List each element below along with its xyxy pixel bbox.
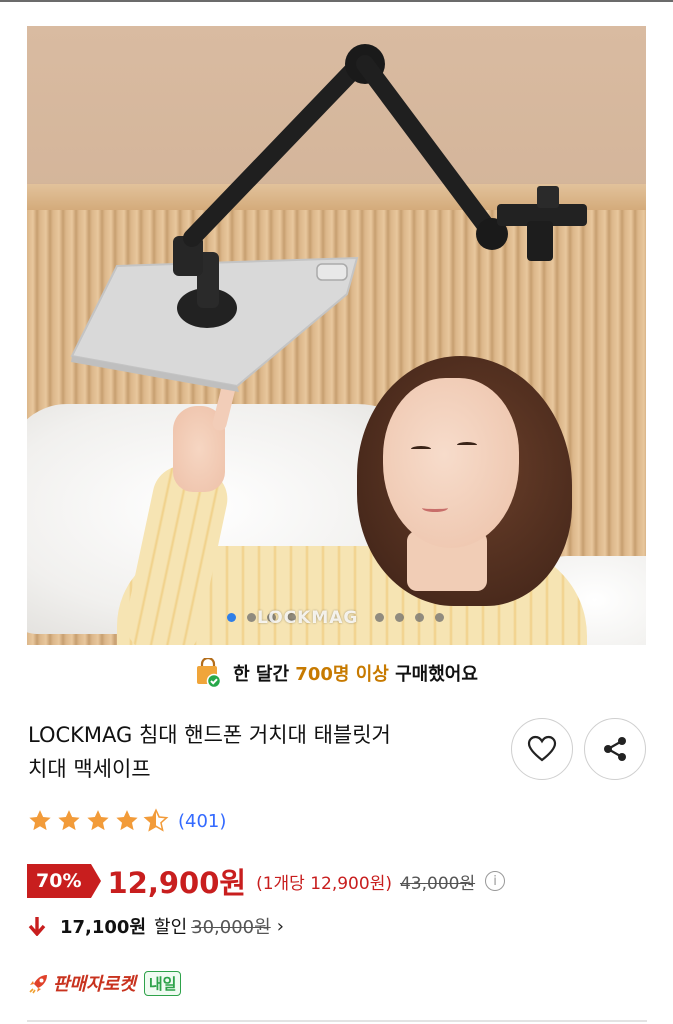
purchase-count-text: 한 달간 700명 이상 구매했어요 — [233, 660, 478, 686]
carousel-dot[interactable] — [435, 613, 444, 622]
star-full-icon — [29, 810, 51, 831]
carousel-dot[interactable] — [375, 613, 384, 622]
product-title: LOCKMAG 침대 핸드폰 거치대 태블릿거 치대 맥세이프 — [28, 718, 478, 786]
savings-label: 할인 — [154, 917, 188, 938]
product-title-line2: 치대 맥세이프 — [28, 757, 151, 781]
rating[interactable]: (401) — [27, 806, 226, 836]
carousel-dot[interactable] — [415, 613, 424, 622]
carousel-dot[interactable] — [247, 613, 256, 622]
shopping-bag-check-icon — [195, 656, 222, 689]
section-divider — [27, 1020, 647, 1022]
arrow-down-icon — [28, 917, 46, 936]
star-full-icon — [87, 810, 109, 831]
original-price: 43,000원 — [399, 873, 476, 894]
unit-price: (1개당 12,900원) — [256, 873, 392, 894]
purchase-count-banner: 한 달간 700명 이상 구매했어요 — [0, 652, 673, 694]
banner-prefix: 한 달간 — [233, 664, 296, 685]
top-border — [0, 0, 673, 2]
savings-original-price: 30,000원 — [191, 917, 271, 938]
price-row: 70% 12,900원 (1개당 12,900원) 43,000원 i — [27, 860, 506, 902]
carousel-dot-active[interactable] — [227, 613, 236, 622]
review-count[interactable]: (401) — [178, 811, 226, 832]
share-button[interactable] — [584, 718, 646, 780]
share-icon — [604, 737, 626, 761]
delivery-tomorrow-badge: 내일 — [143, 970, 182, 996]
chevron-right-icon[interactable]: › — [277, 916, 284, 937]
product-image[interactable]: LOCKMAG — [27, 26, 646, 645]
discount-badge: 70% — [27, 864, 103, 898]
image-tablet-arm — [70, 44, 587, 392]
carousel-dot[interactable] — [395, 613, 404, 622]
savings-amount: 17,100원 — [60, 917, 147, 938]
star-full-icon — [58, 810, 80, 831]
savings-row[interactable]: 17,100원 할인 30,000원 › — [28, 910, 284, 942]
banner-suffix: 구매했어요 — [388, 664, 478, 685]
star-half-icon — [143, 808, 169, 832]
info-icon[interactable]: i — [485, 871, 506, 891]
heart-icon — [527, 735, 557, 762]
product-title-line1: LOCKMAG 침대 핸드폰 거치대 태블릿거 — [28, 723, 391, 747]
brand-watermark: LOCKMAG — [257, 608, 359, 628]
star-full-icon — [116, 810, 138, 831]
rocket-icon — [29, 975, 47, 994]
banner-highlight: 700명 이상 — [295, 664, 389, 685]
sale-price: 12,900원 — [107, 866, 247, 900]
wishlist-button[interactable] — [511, 718, 573, 780]
delivery-row: 판매자로켓 내일 — [27, 966, 182, 1000]
seller-rocket-label: 판매자로켓 — [53, 974, 136, 995]
